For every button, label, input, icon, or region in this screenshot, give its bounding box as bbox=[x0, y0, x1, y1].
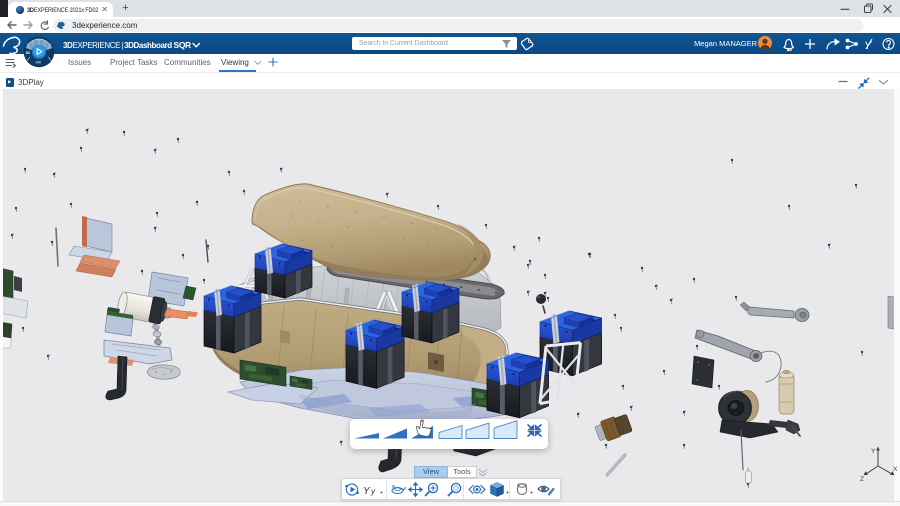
svg-text:Z: Z bbox=[860, 476, 864, 483]
svg-text:Y: Y bbox=[871, 448, 876, 455]
svg-text:X: X bbox=[893, 466, 898, 473]
svg-text:Y: Y bbox=[363, 486, 371, 497]
svg-text:y: y bbox=[370, 487, 376, 496]
